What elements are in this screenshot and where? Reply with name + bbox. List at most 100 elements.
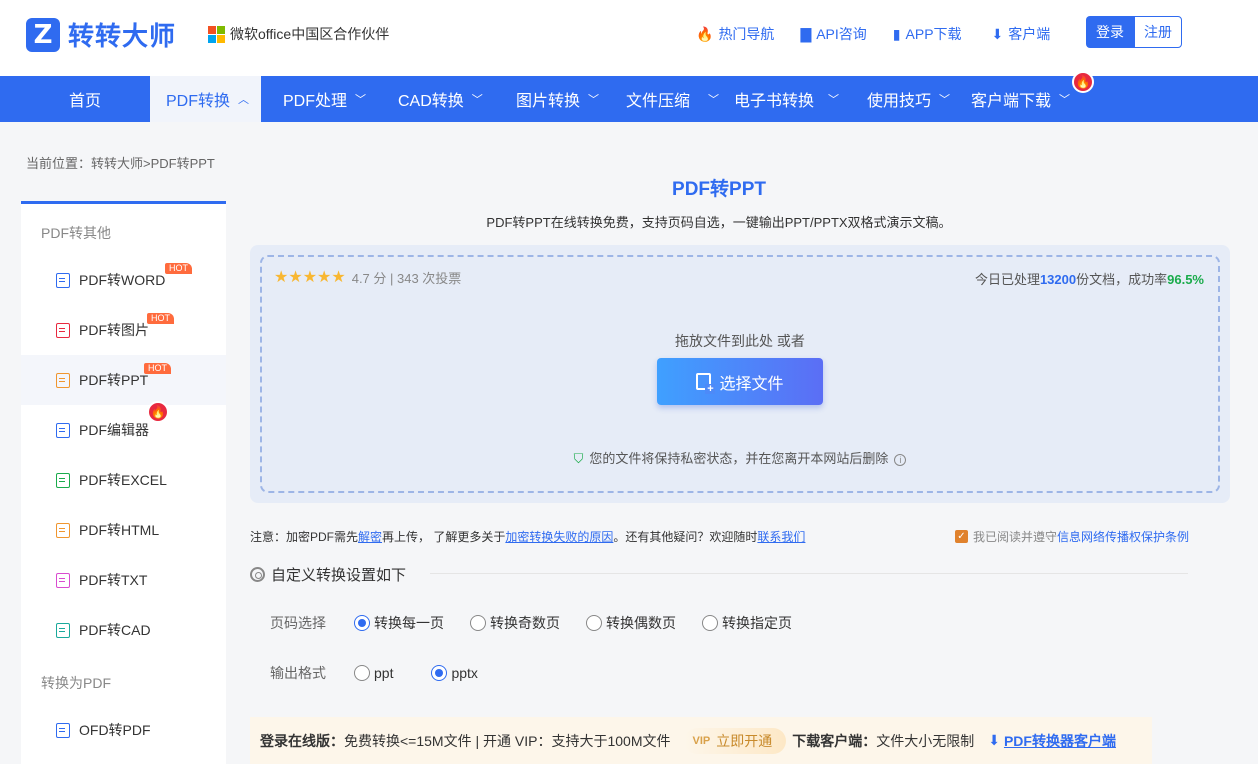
sidebar: PDF转其他 PDF转WORD HOT PDF转图片 HOT PDF转PPT H… [21, 201, 226, 764]
choose-file-button[interactable]: 选择文件 [657, 358, 823, 405]
promo-online-label: 登录在线版： [260, 732, 344, 749]
promo-client-label: 下载客户端： [792, 732, 877, 749]
register-button[interactable]: 注册 [1134, 16, 1182, 48]
notice: 注意：加密PDF需先解密再上传， 了解更多关于加密转换失败的原因。还有其他疑问？… [250, 528, 805, 545]
settings-heading: 自定义转换设置如下 [250, 564, 406, 585]
hot-badge: HOT [147, 313, 174, 324]
radio-circle [354, 615, 370, 631]
sidebar-group-title: 转换为PDF [41, 675, 111, 691]
client-download-link[interactable]: ⬇ PDF转换器客户端 [982, 731, 1116, 751]
privacy-text: 您的文件将保持私密状态，并在您离开本网站后删除 [589, 451, 889, 466]
sidebar-item-label: PDF转EXCEL [79, 472, 167, 488]
sidebar-item-label: OFD转PDF [79, 722, 151, 738]
nav-client-download-label: 客户端下载 [971, 93, 1052, 110]
encrypt-failure-link[interactable]: 加密转换失败的原因 [505, 530, 613, 544]
nav-pdf-process-label: PDF处理 [283, 93, 348, 110]
decrypt-link[interactable]: 解密 [358, 530, 382, 544]
chevron-down-icon: ﹀ [588, 94, 600, 106]
radio-odd-pages[interactable]: 转换奇数页 [470, 613, 560, 633]
nav-tips[interactable]: 使用技巧 ﹀ [867, 76, 950, 122]
promo-client-text: 文件大小无限制 [876, 732, 975, 749]
contact-us-link[interactable]: 联系我们 [757, 530, 805, 544]
login-button[interactable]: 登录 [1086, 16, 1134, 48]
ppt-file-icon [56, 372, 70, 388]
sidebar-item-ofd-pdf[interactable]: OFD转PDF [21, 705, 226, 755]
breadcrumb: 当前位置：转转大师>PDF转PPT [26, 156, 215, 171]
nav-image[interactable]: 图片转换 ﹀ [516, 76, 599, 122]
privacy-note: ⛉ 您的文件将保持私密状态，并在您离开本网站后删除 i [262, 448, 1218, 467]
sidebar-item-pdf-image[interactable]: PDF转图片 HOT [21, 305, 226, 355]
chevron-down-icon: ﹀ [1059, 94, 1071, 106]
sidebar-item-label: PDF转WORD [79, 272, 166, 288]
nav-client-download[interactable]: 客户端下载 ﹀ [971, 76, 1070, 122]
nav-ebook[interactable]: 电子书转换 ﹀ [734, 76, 839, 122]
radio-circle [431, 665, 448, 681]
sidebar-item-pdf-html[interactable]: PDF转HTML [21, 505, 226, 555]
hot-nav-link[interactable]: 🔥 热门导航 [696, 24, 774, 44]
html-file-icon [56, 522, 70, 538]
nav-image-label: 图片转换 [516, 93, 581, 110]
drop-zone[interactable]: ★★★★★ 4.7 分 | 343 次投票 今日已处理13200份文档，成功率9… [260, 255, 1220, 493]
hot-badge: HOT [144, 363, 171, 374]
radio-ppt[interactable]: ppt [354, 665, 393, 681]
hot-badge: HOT [165, 263, 192, 274]
vip-open-button[interactable]: VIP 立即开通 [684, 727, 787, 754]
logo[interactable]: Z 转转大师 [26, 16, 176, 53]
auth-buttons: 登录 注册 [1086, 16, 1182, 48]
microsoft-icon [208, 26, 225, 43]
rating-stars[interactable]: ★★★★★ [274, 267, 346, 287]
radio-label: 转换奇数页 [490, 615, 560, 631]
client-link[interactable]: ⬇ 客户端 [992, 24, 1051, 44]
radio-label: 转换每一页 [374, 615, 444, 631]
radio-pptx[interactable]: pptx [431, 665, 478, 681]
stat-count: 13200 [1039, 272, 1077, 287]
chevron-down-icon: ﹀ [939, 94, 951, 106]
sidebar-item-pdf-word[interactable]: PDF转WORD HOT [21, 255, 226, 305]
chevron-down-icon: ﹀ [708, 94, 720, 106]
chevron-down-icon: ﹀ [355, 94, 367, 106]
excel-file-icon [56, 472, 70, 488]
sidebar-item-pdf-editor[interactable]: PDF编辑器 🔥 [21, 401, 226, 455]
chevron-down-icon: ﹀ [471, 94, 483, 106]
radio-even-pages[interactable]: 转换偶数页 [586, 613, 676, 633]
nav-pdf-process[interactable]: PDF处理 ﹀ [283, 76, 366, 122]
radio-label: pptx [451, 665, 478, 681]
nav-compress-label: 文件压缩 [626, 93, 691, 110]
radio-label: 转换指定页 [722, 615, 792, 631]
vip-icon: VIP [692, 734, 711, 747]
api-link[interactable]: ▇ API咨询 [800, 24, 866, 44]
agree-checkbox[interactable]: ✓ [955, 530, 968, 543]
nav-pdf-convert[interactable]: PDF转换 ︿ [150, 76, 261, 122]
editor-icon [56, 422, 70, 438]
client-label: 客户端 [1008, 26, 1051, 42]
sidebar-item-label: PDF转TXT [79, 572, 148, 588]
app-download-link[interactable]: ▮ APP下载 [893, 24, 962, 44]
sidebar-item-pdf-ppt[interactable]: PDF转PPT HOT [21, 355, 226, 405]
upload-panel: ★★★★★ 4.7 分 | 343 次投票 今日已处理13200份文档，成功率9… [250, 245, 1230, 503]
sidebar-item-pdf-cad[interactable]: PDF转CAD [21, 605, 226, 655]
shield-icon: ⛉ [573, 451, 584, 466]
info-icon[interactable]: i [894, 454, 907, 466]
radio-specific-pages[interactable]: 转换指定页 [702, 613, 792, 633]
sidebar-item-pdf-excel[interactable]: PDF转EXCEL [21, 455, 226, 505]
gear-icon [250, 567, 265, 582]
nav-cad[interactable]: CAD转换 ﹀ [398, 76, 483, 122]
flame-icon: 🔥 [696, 25, 714, 42]
nav-home[interactable]: 首页 [69, 76, 101, 122]
radio-circle [354, 665, 370, 681]
page-subtitle: PDF转PPT在线转换免费，支持页码自选，一键输出PPT/PPTX双格式演示文稿… [486, 215, 952, 230]
drop-hint: 拖放文件到此处 或者 [675, 333, 805, 349]
logo-icon: Z [26, 17, 60, 52]
flame-icon: 🔥 [147, 401, 169, 423]
divider [430, 573, 1188, 574]
api-label: API咨询 [816, 26, 867, 42]
output-format-row: 输出格式 ppt pptx [270, 663, 504, 683]
sidebar-item-pdf-txt[interactable]: PDF转TXT [21, 555, 226, 605]
choose-file-label: 选择文件 [719, 375, 784, 393]
nav-home-label: 首页 [69, 93, 102, 110]
cad-file-icon [56, 622, 70, 638]
nav-compress[interactable]: 文件压缩 ﹀ [626, 76, 719, 122]
stat-prefix: 今日已处理 [974, 272, 1040, 287]
radio-every-page[interactable]: 转换每一页 [354, 613, 444, 633]
regulation-link[interactable]: 信息网络传播权保护条例 [1057, 528, 1189, 545]
